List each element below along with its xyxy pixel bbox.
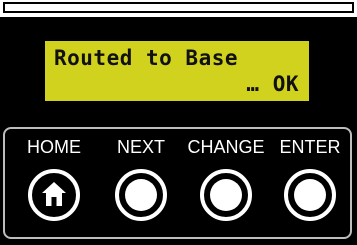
control-panel: Routed to Base … OK HOME NEXT CHANGE ENT… [0, 17, 357, 245]
next-button[interactable]: NEXT [98, 129, 184, 237]
lcd-line-2: … OK [246, 72, 299, 96]
enter-button-ring[interactable] [284, 169, 336, 221]
top-bar [3, 2, 354, 13]
home-icon [42, 182, 66, 206]
change-button-ring[interactable] [200, 169, 252, 221]
enter-button[interactable]: ENTER [267, 129, 353, 237]
home-button-ring[interactable] [28, 169, 80, 221]
circle-button-icon [294, 179, 326, 211]
next-button-ring[interactable] [115, 169, 167, 221]
button-bay: HOME NEXT CHANGE ENTER [3, 127, 352, 239]
lcd-line-1: Routed to Base [54, 46, 239, 70]
home-button[interactable]: HOME [11, 129, 97, 237]
circle-button-icon [125, 179, 157, 211]
circle-button-icon [210, 179, 242, 211]
enter-button-label: ENTER [279, 137, 341, 157]
lcd-display: Routed to Base … OK [45, 41, 309, 101]
device-screenshot: Routed to Base … OK HOME NEXT CHANGE ENT… [0, 0, 357, 245]
